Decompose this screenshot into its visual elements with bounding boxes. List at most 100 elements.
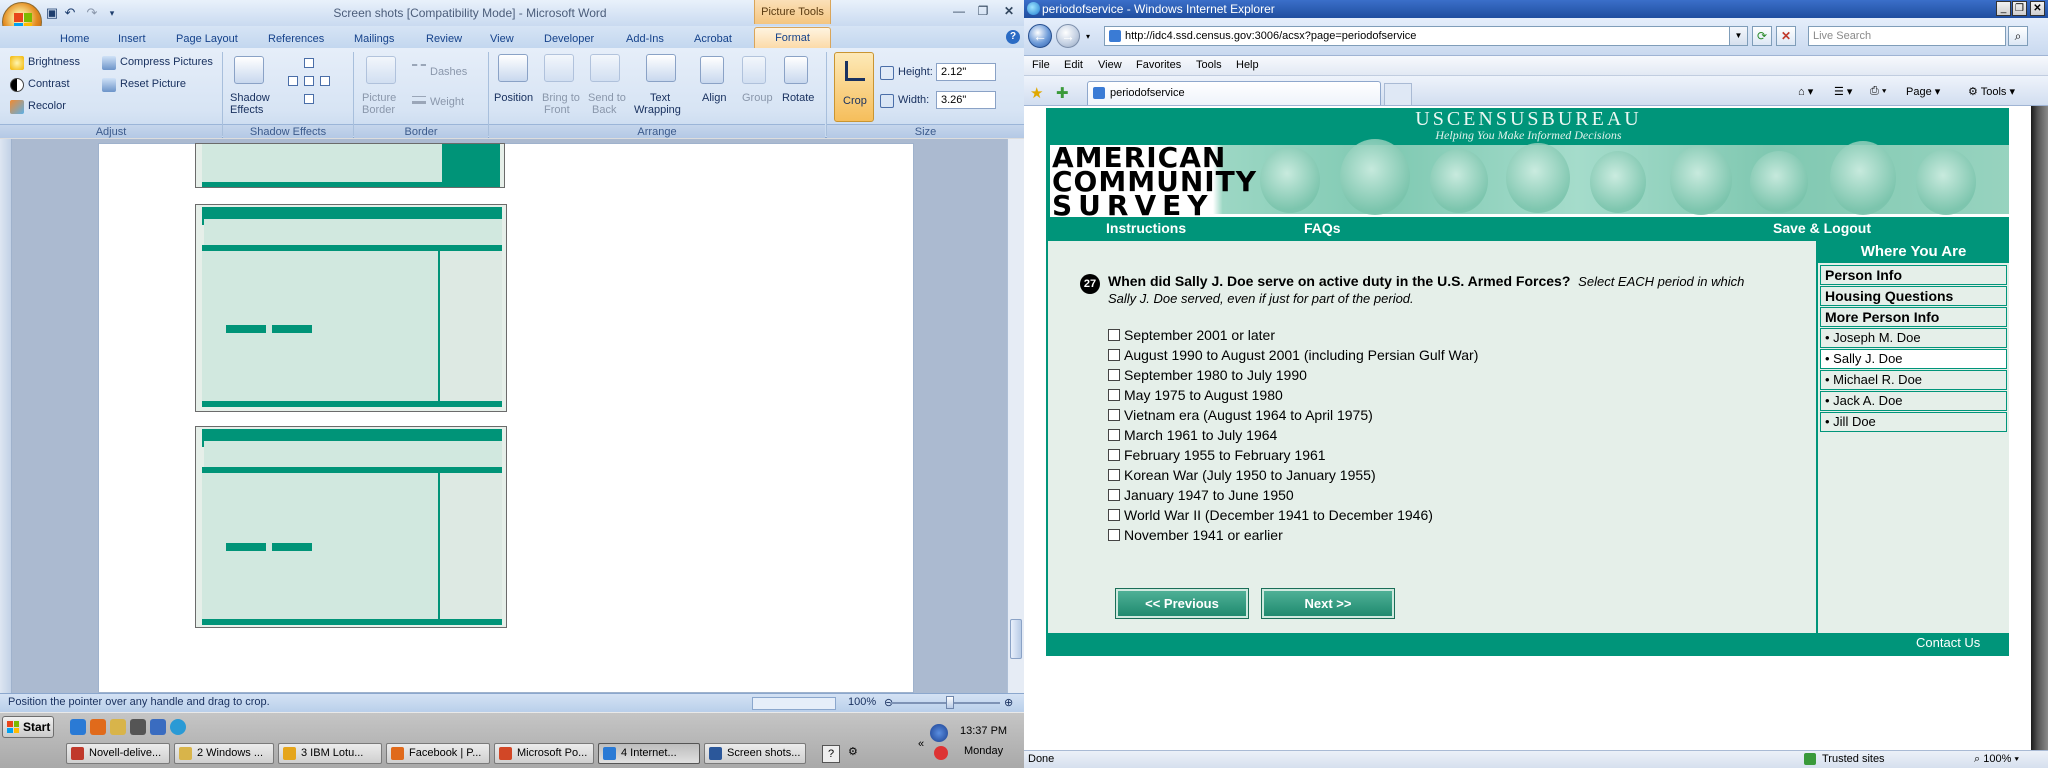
option-label[interactable]: May 1975 to August 1980 — [1124, 387, 1283, 403]
reset-picture-button[interactable]: Reset Picture — [120, 78, 186, 90]
embedded-screenshot-3[interactable] — [195, 426, 507, 628]
option-checkbox[interactable] — [1108, 409, 1120, 421]
tab-references[interactable]: References — [268, 30, 324, 48]
send-to-back-l2[interactable]: Back — [592, 104, 616, 116]
next-button[interactable]: Next >> — [1262, 589, 1394, 618]
align-button[interactable]: Align — [702, 92, 726, 104]
where-person-item[interactable]: • Joseph M. Doe — [1820, 328, 2007, 348]
option-label[interactable]: March 1961 to July 1964 — [1124, 427, 1277, 443]
shadow-effects-button-l1[interactable]: Shadow — [230, 92, 270, 104]
where-person-item[interactable]: • Sally J. Doe — [1820, 349, 2007, 369]
customize-qat-icon[interactable]: ▾ — [104, 5, 120, 21]
option-checkbox[interactable] — [1108, 329, 1120, 341]
option-label[interactable]: Korean War (July 1950 to January 1955) — [1124, 467, 1376, 483]
view-buttons[interactable] — [752, 697, 836, 710]
contact-us-link[interactable]: Contact Us — [1916, 635, 1980, 650]
height-field[interactable]: 2.12" — [936, 63, 996, 81]
group-button[interactable]: Group — [742, 92, 773, 104]
close-icon[interactable]: ✕ — [998, 2, 1020, 20]
status-zoom[interactable]: ⌕ 100% ▾ — [1974, 751, 2019, 768]
dashes-button[interactable]: Dashes — [430, 66, 467, 78]
contrast-button[interactable]: Contrast — [28, 78, 70, 90]
firefox-quicklaunch-icon[interactable] — [90, 719, 106, 735]
position-button[interactable]: Position — [494, 92, 533, 104]
instructions-link[interactable]: Instructions — [1106, 220, 1186, 236]
save-logout-link[interactable]: Save & Logout — [1773, 220, 1871, 236]
address-dropdown-icon[interactable]: ▼ — [1729, 27, 1747, 45]
feeds-icon[interactable]: ☰ ▾ — [1834, 85, 1852, 98]
tray-expand-icon[interactable]: « — [918, 738, 924, 750]
tab-add-ins[interactable]: Add-Ins — [626, 30, 664, 48]
option-checkbox[interactable] — [1108, 369, 1120, 381]
where-section-item[interactable]: More Person Info — [1820, 307, 2007, 327]
stop-icon[interactable]: ✕ — [1776, 26, 1796, 46]
brightness-button[interactable]: Brightness — [28, 56, 80, 68]
faqs-link[interactable]: FAQs — [1304, 220, 1341, 236]
bring-to-front-l1[interactable]: Bring to — [542, 92, 580, 104]
help-icon[interactable]: ? — [1006, 30, 1020, 44]
save-icon[interactable]: ▣ — [44, 5, 60, 21]
zoom-in-icon[interactable]: ⊕ — [1004, 696, 1013, 709]
undo-icon[interactable]: ↶ — [62, 5, 78, 21]
task-lotus[interactable]: 3 IBM Lotu... — [278, 743, 382, 764]
zoom-slider-knob[interactable] — [946, 696, 954, 709]
option-label[interactable]: Vietnam era (August 1964 to April 1975) — [1124, 407, 1373, 423]
option-checkbox[interactable] — [1108, 389, 1120, 401]
tools-menu[interactable]: ⚙ Tools ▾ — [1968, 85, 2015, 98]
new-tab-button[interactable] — [1384, 83, 1412, 105]
folder-quicklaunch-icon[interactable] — [110, 719, 126, 735]
option-label[interactable]: September 2001 or later — [1124, 327, 1275, 343]
print-icon[interactable]: ⎙ ▾ — [1870, 85, 1886, 98]
rotate-button[interactable]: Rotate — [782, 92, 814, 104]
add-favorite-icon[interactable]: ✚ — [1056, 84, 1069, 102]
network-tray-icon[interactable] — [930, 724, 948, 742]
tab-format[interactable]: Format — [754, 27, 831, 49]
option-checkbox[interactable] — [1108, 529, 1120, 541]
option-label[interactable]: January 1947 to June 1950 — [1124, 487, 1294, 503]
ie-quicklaunch-icon[interactable] — [70, 719, 86, 735]
document-scrollbar[interactable] — [1007, 139, 1024, 693]
tab-view[interactable]: View — [490, 30, 514, 48]
shadow-effects-button-l2[interactable]: Effects — [230, 104, 263, 116]
ie-close-icon[interactable]: ✕ — [2030, 1, 2045, 16]
back-icon[interactable]: ← — [1028, 24, 1052, 48]
help-tray-icon[interactable]: ? — [822, 745, 840, 763]
history-dropdown-icon[interactable]: ▾ — [1086, 32, 1090, 41]
start-button[interactable]: Start — [2, 716, 54, 738]
menu-edit[interactable]: Edit — [1064, 59, 1083, 71]
embedded-screenshot-2[interactable] — [195, 204, 507, 412]
picture-border-button-l1[interactable]: Picture — [362, 92, 396, 104]
option-checkbox[interactable] — [1108, 349, 1120, 361]
menu-tools[interactable]: Tools — [1196, 59, 1222, 71]
text-wrapping-l1[interactable]: Text — [650, 92, 670, 104]
where-section-item[interactable]: Person Info — [1820, 265, 2007, 285]
text-wrapping-l2[interactable]: Wrapping — [634, 104, 681, 116]
address-bar[interactable]: http://idc4.ssd.census.gov:3006/acsx?pag… — [1104, 26, 1748, 46]
browser-tab[interactable]: periodofservice — [1087, 81, 1381, 105]
option-label[interactable]: World War II (December 1941 to December … — [1124, 507, 1433, 523]
tab-home[interactable]: Home — [60, 30, 89, 48]
menu-favorites[interactable]: Favorites — [1136, 59, 1181, 71]
option-label[interactable]: September 1980 to July 1990 — [1124, 367, 1307, 383]
width-field[interactable]: 3.26" — [936, 91, 996, 109]
compress-pictures-button[interactable]: Compress Pictures — [120, 56, 213, 68]
option-checkbox[interactable] — [1108, 509, 1120, 521]
zoom-level[interactable]: 100% — [848, 696, 876, 708]
forward-icon[interactable]: → — [1056, 24, 1080, 48]
where-person-item[interactable]: • Jill Doe — [1820, 412, 2007, 432]
search-input[interactable]: Live Search — [1808, 26, 2006, 46]
menu-file[interactable]: File — [1032, 59, 1050, 71]
embedded-screenshot-1[interactable] — [195, 143, 505, 188]
option-label[interactable]: November 1941 or earlier — [1124, 527, 1283, 543]
redo-icon[interactable]: ↷ — [84, 5, 100, 21]
page-menu[interactable]: Page ▾ — [1906, 85, 1940, 98]
ie-scrollbar[interactable] — [2031, 106, 2048, 750]
restore-icon[interactable]: ❐ — [972, 2, 994, 20]
tab-insert[interactable]: Insert — [118, 30, 146, 48]
messenger-quicklaunch-icon[interactable] — [170, 719, 186, 735]
search-icon[interactable]: ⌕ — [2008, 26, 2028, 46]
home-icon[interactable]: ⌂ ▾ — [1798, 85, 1813, 98]
option-checkbox[interactable] — [1108, 469, 1120, 481]
tab-review[interactable]: Review — [426, 30, 462, 48]
send-to-back-l1[interactable]: Send to — [588, 92, 626, 104]
